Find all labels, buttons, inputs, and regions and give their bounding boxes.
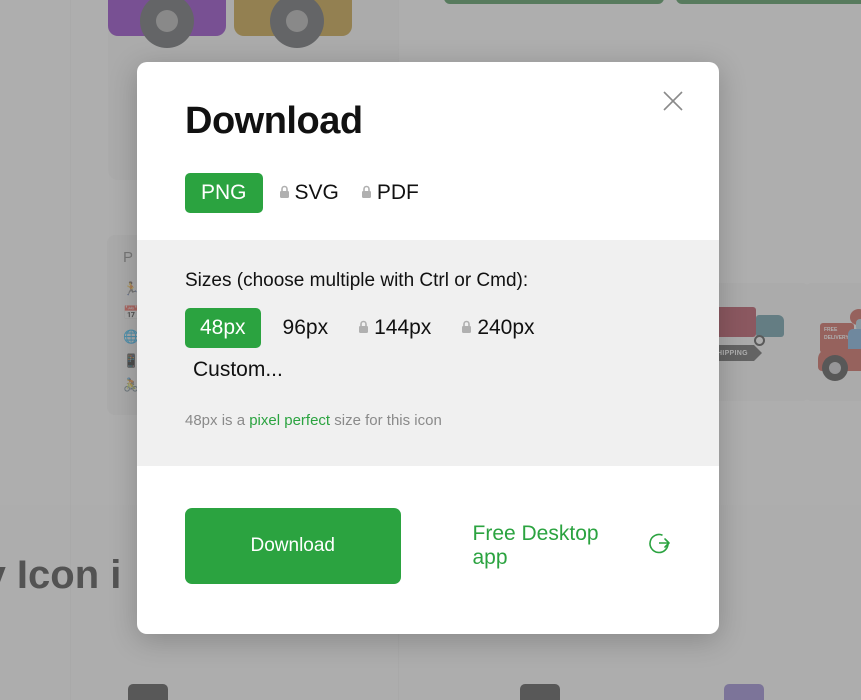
pixel-note-prefix: 48px is a bbox=[185, 412, 250, 429]
free-desktop-app-link[interactable]: Free Desktop app bbox=[473, 522, 672, 570]
size-selector: 48px 96px 144px 240px bbox=[185, 308, 671, 348]
modal-header: Download PNG SVG PDF bbox=[137, 62, 719, 240]
format-option-png[interactable]: PNG bbox=[185, 173, 263, 213]
lock-icon bbox=[461, 316, 472, 340]
size-option-96px[interactable]: 96px bbox=[275, 308, 337, 348]
pixel-note-suffix: size for this icon bbox=[330, 412, 442, 429]
free-desktop-app-label: Free Desktop app bbox=[472, 522, 599, 569]
size-custom-row: Custom... bbox=[185, 350, 671, 390]
close-icon[interactable] bbox=[656, 84, 690, 118]
format-option-pdf-label: PDF bbox=[376, 181, 419, 204]
size-option-240px-label: 240px bbox=[477, 316, 535, 339]
format-selector: PNG SVG PDF bbox=[185, 173, 671, 213]
format-option-pdf[interactable]: PDF bbox=[355, 173, 425, 213]
pixel-perfect-note: 48px is a pixel perfect size for this ic… bbox=[185, 412, 671, 429]
sizes-label: Sizes (choose multiple with Ctrl or Cmd)… bbox=[185, 270, 529, 291]
format-option-svg-label: SVG bbox=[294, 181, 339, 204]
lock-icon bbox=[279, 181, 290, 205]
lock-icon bbox=[358, 316, 369, 340]
size-option-48px-label: 48px bbox=[200, 316, 246, 339]
size-option-custom[interactable]: Custom... bbox=[185, 350, 291, 390]
modal-footer: Download Free Desktop app bbox=[137, 466, 719, 634]
size-option-240px[interactable]: 240px bbox=[453, 308, 542, 348]
size-option-custom-label: Custom... bbox=[193, 358, 283, 381]
sizes-panel: Sizes (choose multiple with Ctrl or Cmd)… bbox=[137, 240, 719, 466]
size-option-144px[interactable]: 144px bbox=[350, 308, 439, 348]
size-option-96px-label: 96px bbox=[282, 316, 329, 339]
format-option-svg[interactable]: SVG bbox=[273, 173, 345, 213]
download-button[interactable]: Download bbox=[185, 508, 401, 584]
download-modal: Download PNG SVG PDF Sizes (choose multi… bbox=[137, 62, 719, 634]
size-option-144px-label: 144px bbox=[374, 316, 432, 339]
lock-icon bbox=[361, 181, 372, 205]
arrow-circle-right-icon bbox=[647, 531, 671, 561]
page-title: Download bbox=[185, 100, 363, 142]
size-option-48px[interactable]: 48px bbox=[185, 308, 261, 348]
format-option-png-label: PNG bbox=[201, 181, 247, 204]
pixel-perfect-link[interactable]: pixel perfect bbox=[249, 412, 330, 429]
